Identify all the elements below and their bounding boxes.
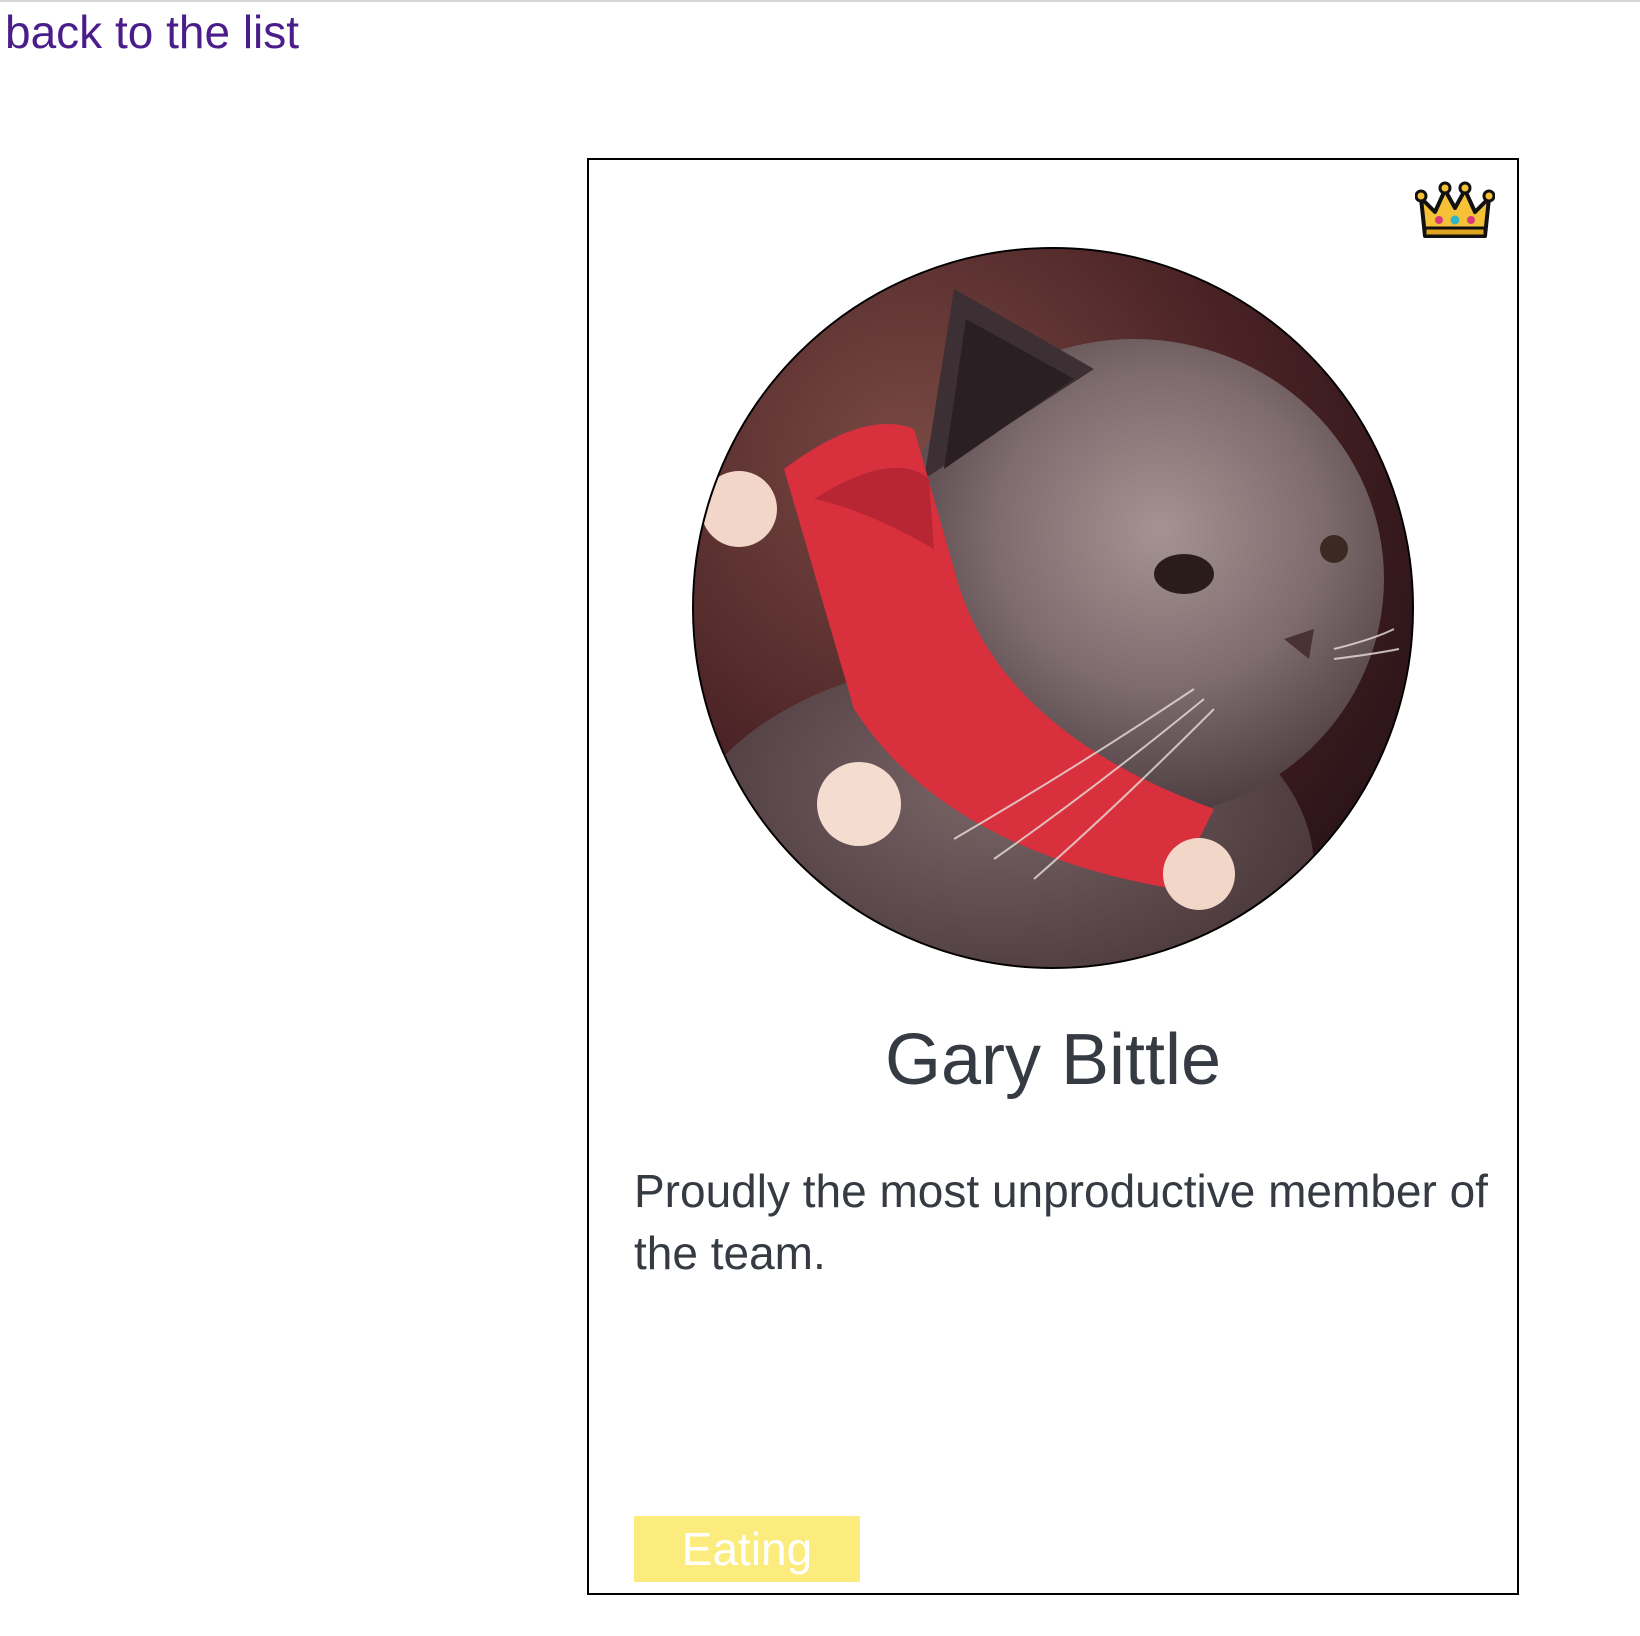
member-card: Gary Bittle Proudly the most unproductiv…: [587, 158, 1519, 1595]
crown-icon: [1415, 181, 1495, 238]
member-name: Gary Bittle: [884, 1020, 1222, 1100]
member-bio: Proudly the most unproductive member of …: [634, 1165, 1488, 1279]
member-photo: [692, 247, 1414, 969]
status-badge: Eating: [634, 1516, 860, 1582]
top-divider: [0, 0, 1640, 2]
back-to-list-link[interactable]: back to the list: [5, 6, 299, 58]
